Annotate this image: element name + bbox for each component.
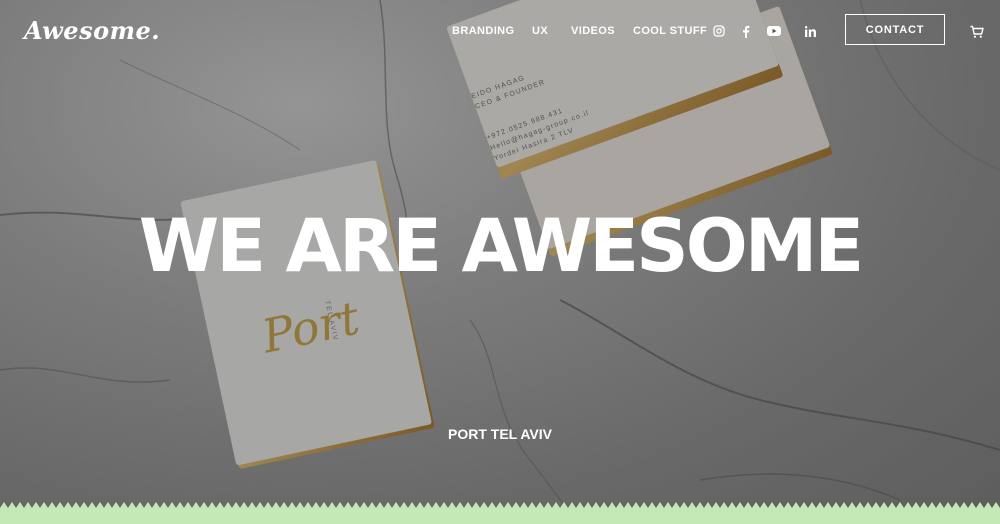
brand-logo[interactable]: Awesome. xyxy=(24,16,160,45)
linkedin-icon[interactable] xyxy=(803,24,817,38)
nav-ux[interactable]: UX xyxy=(532,25,548,37)
hero-subtitle: PORT TEL AVIV xyxy=(448,426,552,442)
zigzag-divider xyxy=(0,502,1000,524)
instagram-icon[interactable] xyxy=(712,24,726,38)
facebook-icon[interactable] xyxy=(739,24,753,38)
nav-cool-stuff[interactable]: COOL STUFF xyxy=(633,25,707,37)
cart-icon[interactable] xyxy=(970,25,984,39)
hero-headline: WE ARE AWESOME xyxy=(138,204,865,289)
youtube-icon[interactable] xyxy=(767,24,781,38)
nav-branding[interactable]: BRANDING xyxy=(452,25,514,37)
contact-button[interactable]: CONTACT xyxy=(845,14,945,45)
nav-videos[interactable]: VIDEOS xyxy=(571,25,615,37)
hero-section: EIDO HAGAG CEO & FOUNDER +972.0525.988.4… xyxy=(0,0,1000,524)
